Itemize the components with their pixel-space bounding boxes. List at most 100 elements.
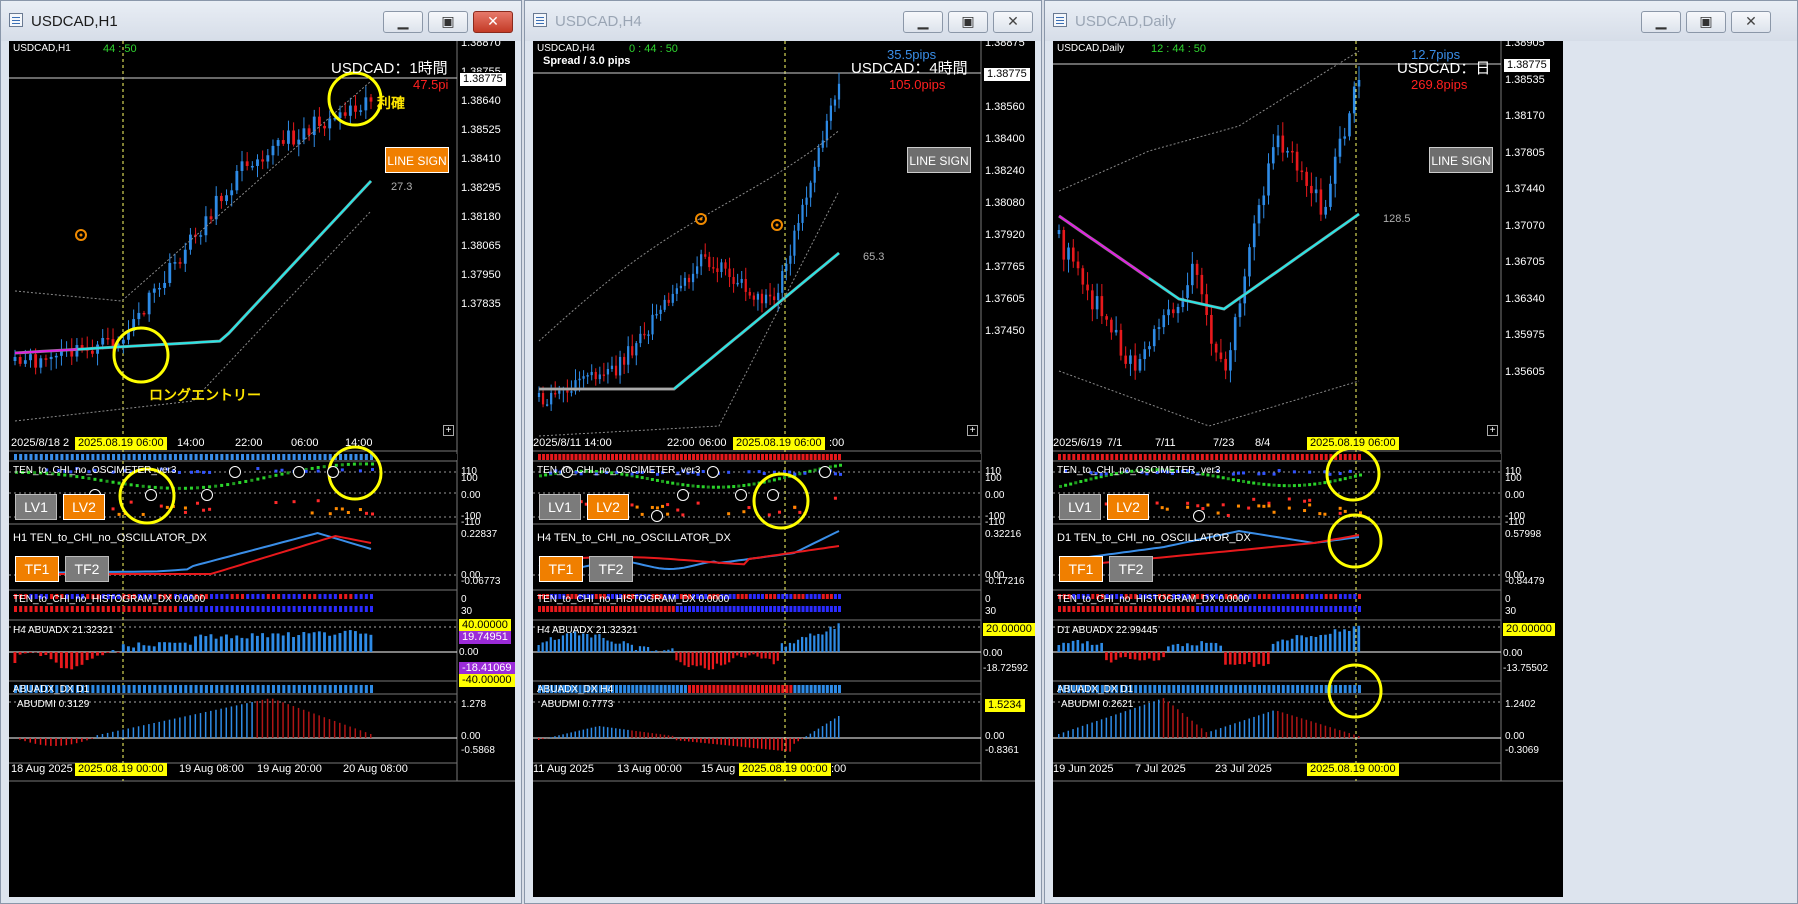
line-sign-button[interactable]: LINE SIGN: [907, 147, 971, 173]
chart-area[interactable]: USDCAD,Daily 12 : 44 : 50 USDCAD：日 12.7pips…: [1053, 41, 1563, 897]
candle: [728, 268, 731, 278]
close-button[interactable]: ✕: [993, 11, 1033, 33]
lv2-button[interactable]: LV2: [63, 494, 105, 520]
minimize-button[interactable]: ▁: [903, 11, 943, 33]
expand-chart-icon[interactable]: +: [443, 425, 454, 436]
histogram-bar-bottom: [1067, 606, 1071, 612]
lv2-button[interactable]: LV2: [587, 494, 629, 520]
adxdx-bar: [683, 685, 687, 693]
dmi-bar: [1200, 728, 1203, 738]
dmi-bar: [158, 721, 160, 738]
top-strip-bar: [1277, 454, 1281, 460]
maximize-button[interactable]: ▣: [948, 11, 988, 33]
expand-chart-icon[interactable]: +: [1487, 425, 1498, 436]
histogram-bar-top: [781, 594, 785, 599]
chart-window-h4[interactable]: USDCAD,H4 ▁ ▣ ✕ USDCAD,H4 0 : 44 : 50 Spre…: [524, 0, 1042, 904]
adx-axis-label: 20.00000: [983, 623, 1035, 636]
osc-dot-green: [183, 486, 187, 490]
adx-bar-up: [1333, 629, 1337, 652]
adx-bar-down: [70, 652, 74, 670]
tf1-button[interactable]: TF1: [539, 556, 583, 582]
osc-dot-green: [1084, 478, 1088, 482]
top-strip-bar: [1353, 454, 1357, 460]
histogram-bar-bottom: [542, 606, 546, 612]
adx-bar-up: [194, 636, 197, 652]
tf1-button[interactable]: TF1: [1059, 556, 1103, 582]
osc-dot-green: [159, 486, 163, 490]
dmi-axis-label: -0.3069: [1505, 745, 1539, 756]
osc-dot-green: [1308, 483, 1312, 487]
dmi-bar: [19, 738, 21, 740]
lv1-button[interactable]: LV1: [539, 494, 581, 520]
window-titlebar[interactable]: USDCAD,Daily ▁ ▣ ✕: [1045, 1, 1797, 41]
window-titlebar[interactable]: USDCAD,H4 ▁ ▣ ✕: [525, 1, 1041, 41]
top-strip-bar: [122, 454, 126, 460]
top-strip-bar: [829, 454, 833, 460]
osc-dot-blue: [274, 469, 278, 473]
adxdx-bar: [318, 685, 322, 693]
osc-dot-green: [1069, 482, 1073, 486]
lv1-button[interactable]: LV1: [15, 494, 57, 520]
chart-area[interactable]: USDCAD,H4 0 : 44 : 50 Spread / 3.0 pips USD…: [533, 41, 1035, 897]
close-button[interactable]: ✕: [473, 11, 513, 33]
candle: [44, 358, 48, 360]
adx-bar-down: [1133, 652, 1137, 660]
adx-bar-up: [1062, 642, 1065, 652]
tf2-button[interactable]: TF2: [65, 556, 109, 582]
osc-dot-blue: [727, 470, 731, 474]
candle: [323, 125, 326, 129]
adx-bar-up: [1295, 635, 1299, 652]
histogram-bar-top: [838, 594, 841, 599]
dmi-bar: [809, 733, 812, 738]
histogram-bar-top: [817, 594, 821, 599]
maximize-button[interactable]: ▣: [1686, 11, 1726, 33]
expand-chart-icon[interactable]: +: [967, 425, 978, 436]
osc-dot-green: [798, 472, 802, 476]
close-button[interactable]: ✕: [1731, 11, 1771, 33]
lv1-button[interactable]: LV1: [1059, 494, 1101, 520]
histogram-bar-bottom: [328, 606, 332, 612]
adx-bar-down: [715, 652, 719, 664]
candle: [789, 255, 792, 264]
maximize-button[interactable]: ▣: [428, 11, 468, 33]
dmi-axis-label: 0.00: [985, 731, 1005, 742]
adxdx-bar: [256, 685, 260, 693]
dmi-bar: [829, 721, 832, 738]
lv2-button[interactable]: LV2: [1107, 494, 1149, 520]
histogram-bar-bottom: [1081, 606, 1085, 612]
chart-area[interactable]: USDCAD,H1 44 : 50 USDCAD：1時間 47.5pi LINE SIG…: [9, 41, 515, 897]
tf1-button[interactable]: TF1: [15, 556, 59, 582]
line-sign-button[interactable]: LINE SIGN: [1429, 147, 1493, 173]
minimize-button[interactable]: ▁: [383, 11, 423, 33]
tf2-button[interactable]: TF2: [1109, 556, 1153, 582]
osc-number-marker: [735, 489, 747, 501]
histogram-bar-top: [359, 594, 363, 599]
chart-window-h1[interactable]: USDCAD,H1 ▁ ▣ ✕ USDCAD,H1 44 : 50 USDCAD：1…: [0, 0, 522, 904]
minimize-button[interactable]: ▁: [1641, 11, 1681, 33]
adx-bar-up: [618, 643, 621, 652]
osc-dot-blue: [340, 468, 344, 472]
adxdx-bar: [96, 685, 100, 693]
top-strip-bar: [1081, 454, 1085, 460]
window-titlebar[interactable]: USDCAD,H1 ▁ ▣ ✕: [1, 1, 521, 41]
histogram-bar-bottom: [606, 606, 610, 612]
top-strip-bar: [602, 454, 606, 460]
candle: [610, 365, 614, 370]
adxdx-bar: [106, 685, 110, 693]
adxdx-bar: [1243, 685, 1247, 693]
dmi-bar: [39, 738, 42, 745]
dmi-bar: [153, 722, 155, 738]
histogram-bar-top: [308, 594, 312, 599]
line-sign-button[interactable]: LINE SIGN: [385, 147, 449, 173]
adx-bar-up: [1357, 625, 1361, 652]
adxdx-bar: [655, 685, 659, 693]
histogram-bar-bottom: [1358, 606, 1361, 612]
candle: [317, 116, 321, 126]
top-strip-bar: [740, 454, 744, 460]
tf2-button[interactable]: TF2: [589, 556, 633, 582]
chart-window-daily[interactable]: USDCAD,Daily ▁ ▣ ✕ USDCAD,Daily 12 : 44 :…: [1044, 0, 1798, 904]
candle: [1195, 263, 1199, 275]
candle: [235, 170, 239, 191]
adx-bar-up: [281, 635, 285, 652]
top-strip-bar: [86, 454, 90, 460]
